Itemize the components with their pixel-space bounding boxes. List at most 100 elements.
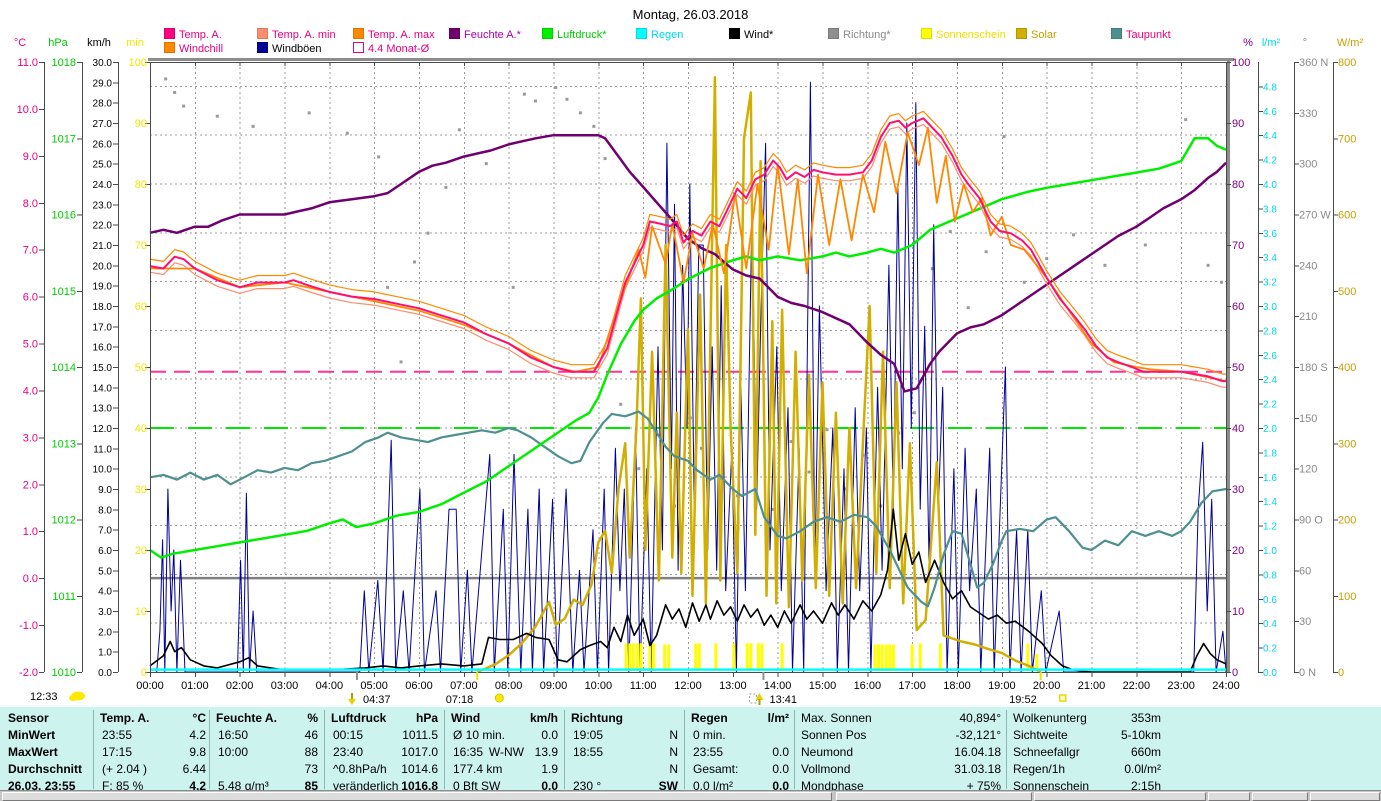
axis-label: 3.2 xyxy=(1263,278,1277,289)
axis-label: 90 xyxy=(1232,118,1244,130)
info-value: 5-10km xyxy=(1120,728,1161,742)
axis-label: 4.0 xyxy=(1263,180,1277,191)
info-value: -32,121° xyxy=(955,728,1002,742)
richtung-dot xyxy=(457,128,461,132)
cell-value: N xyxy=(669,745,678,759)
axis-label: 4.0 xyxy=(98,587,112,598)
marker-time: 13:41 xyxy=(769,694,797,705)
weather-app-window: Montag, 26.03.2018 Temp. A. Temp. A. min T… xyxy=(0,0,1381,801)
col-unit-feuchte-a: % xyxy=(307,711,318,725)
axis-label: 30 xyxy=(1232,484,1244,496)
x-label: 00:00 xyxy=(136,680,164,692)
info-value: 660m xyxy=(1130,745,1161,759)
richtung-dot xyxy=(173,91,177,94)
axis-header: hPa xyxy=(48,37,68,49)
axis-label: 800 xyxy=(1338,57,1356,69)
richtung-dot xyxy=(1103,263,1107,267)
richtung-dot xyxy=(511,285,515,289)
x-label: 02:00 xyxy=(226,680,254,692)
axis-label: 17.0 xyxy=(93,322,113,333)
axis-label: 4.6 xyxy=(1263,107,1277,118)
x-label: 24:00 xyxy=(1212,680,1240,692)
x-label: 20:00 xyxy=(1033,680,1061,692)
axis-label: 26.0 xyxy=(93,139,113,150)
axis-label: 1016 xyxy=(52,210,76,222)
axis-label: 10 xyxy=(135,606,147,618)
richtung-dot xyxy=(251,124,255,128)
x-label: 10:00 xyxy=(585,680,613,692)
cell-label: 0 min. xyxy=(693,728,726,742)
axis-label: 7.0 xyxy=(98,526,112,537)
axis-label: 7.0 xyxy=(23,245,38,257)
x-label: 09:00 xyxy=(540,680,568,692)
marker-time: 04:37 xyxy=(363,694,391,705)
table-divider xyxy=(794,710,795,789)
richtung-dot xyxy=(966,306,970,310)
stats-table: Sensor MinWert MaxWert Durchschnitt 26.03. 2… xyxy=(0,705,1381,793)
table-divider xyxy=(209,710,210,789)
richtung-dot xyxy=(578,111,582,115)
row-header: Sensor xyxy=(8,711,49,725)
axis-label: 10.0 xyxy=(17,104,38,116)
row-header: MaxWert xyxy=(8,745,58,759)
richtung-dot xyxy=(1045,257,1049,261)
x-label: 07:00 xyxy=(450,680,478,692)
axis-label: 13.0 xyxy=(93,404,113,415)
axis-label: 10 xyxy=(1232,606,1244,618)
axis-label: 2.0 xyxy=(23,479,38,491)
axis-label: 300 xyxy=(1338,438,1356,450)
axis-label: 3.0 xyxy=(23,432,38,444)
axis-label: 2.4 xyxy=(1263,375,1277,386)
axis-label: 1.0 xyxy=(23,526,38,538)
x-label: 13:00 xyxy=(719,680,747,692)
axis-label: 100 xyxy=(1232,57,1250,69)
cell-value: 4.2 xyxy=(189,728,206,742)
axis-label: 40 xyxy=(1232,423,1244,435)
axis-label: 50 xyxy=(135,362,147,374)
col-unit-temp-a: °C xyxy=(192,711,206,725)
table-divider xyxy=(684,710,685,789)
axis-label: 0 xyxy=(1338,667,1344,679)
axis-label: 70 xyxy=(135,240,147,252)
axis-header: °C xyxy=(14,37,26,49)
axis-label: 1014 xyxy=(52,362,76,374)
axis-label: 16.0 xyxy=(93,343,113,354)
x-label: 23:00 xyxy=(1167,680,1195,692)
x-label: 12:00 xyxy=(674,680,702,692)
axis-label: 210 xyxy=(1299,311,1317,323)
axis-label: 14.0 xyxy=(93,383,113,394)
row-header: MinWert xyxy=(8,728,56,742)
richtung-dot xyxy=(1022,280,1026,284)
x-label: 17:00 xyxy=(898,680,926,692)
axis-header: ° xyxy=(1303,37,1307,49)
x-label: 15:00 xyxy=(809,680,837,692)
richtung-dot xyxy=(807,470,811,474)
x-label: 01:00 xyxy=(181,680,209,692)
axis-label: 200 xyxy=(1338,515,1356,527)
axis-label: -1.0 xyxy=(19,620,38,632)
axis-label: 50 xyxy=(1232,362,1244,374)
axis-label: 1.0 xyxy=(98,648,112,659)
x-axis-labels: 00:00 01:00 02:00 03:00 04:00 05:00 06:00 07:00… xyxy=(136,680,1240,692)
axis-label: 2.6 xyxy=(1263,351,1277,362)
axis-label: 12.0 xyxy=(93,424,113,435)
table-divider xyxy=(324,710,325,789)
richtung-dot xyxy=(182,104,186,108)
info-value: 353m xyxy=(1130,711,1161,725)
cell-value: 0.0 xyxy=(772,762,789,776)
axis-label: 0.0 xyxy=(98,668,112,679)
axis-label: 0.4 xyxy=(1263,619,1277,630)
x-label: 16:00 xyxy=(854,680,882,692)
row-header: Durchschnitt xyxy=(8,762,83,776)
axis-label: 10.0 xyxy=(93,465,113,476)
x-label: 19:00 xyxy=(988,680,1016,692)
axis-label: 21.0 xyxy=(93,241,113,252)
col-unit-luftdruck: hPa xyxy=(415,711,438,725)
richtung-dot xyxy=(984,250,988,254)
axis-label: 60 xyxy=(135,301,147,313)
axis-label: 600 xyxy=(1338,210,1356,222)
axis-label: 3.0 xyxy=(98,607,112,618)
axis-header: % xyxy=(1243,37,1253,49)
cell-value: 6.44 xyxy=(182,762,206,776)
axis-label: 0 xyxy=(1232,667,1238,679)
